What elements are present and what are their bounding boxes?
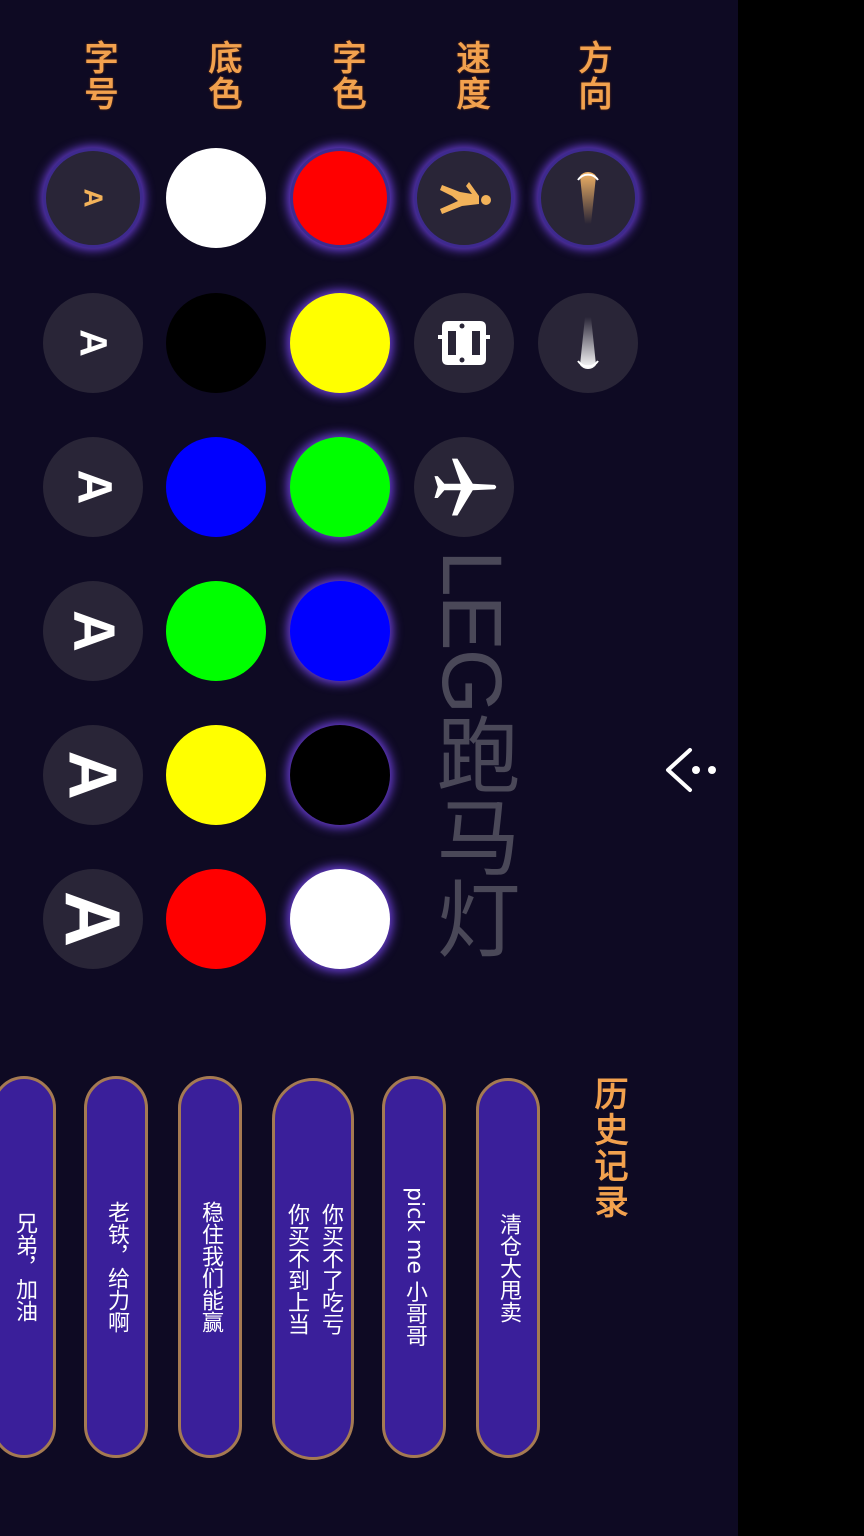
speed-car-button[interactable] xyxy=(414,293,514,393)
airplane-icon xyxy=(434,458,497,516)
more-icon xyxy=(666,748,716,792)
history-item[interactable]: 兄弟，加油 xyxy=(0,1076,56,1458)
bg-color-swatch[interactable] xyxy=(166,869,266,969)
history-title: 历史记录 xyxy=(588,1076,628,1220)
car-icon xyxy=(438,321,490,365)
text-color-swatch[interactable] xyxy=(290,725,390,825)
font-size-button-6[interactable]: A xyxy=(43,869,143,969)
font-size-button-4[interactable]: A xyxy=(43,581,143,681)
bg-color-swatch[interactable] xyxy=(166,293,266,393)
more-options-button[interactable] xyxy=(660,740,720,800)
font-size-glyph: A xyxy=(60,610,126,652)
history-item[interactable]: pick me 小哥哥 xyxy=(382,1076,446,1458)
text-color-swatch[interactable] xyxy=(290,869,390,969)
text-color-swatch[interactable] xyxy=(290,581,390,681)
font-size-glyph: A xyxy=(54,750,131,800)
direction-reverse-button[interactable] xyxy=(538,293,638,393)
history-item[interactable]: 稳住我们能赢 xyxy=(178,1076,242,1458)
text-color-swatch[interactable] xyxy=(290,148,390,248)
history-item-text: 你买不了吃亏 你买不到上当 xyxy=(284,1203,343,1335)
app-screen: 方向 速度 字色 底色 字号 A A A A A A LEG跑马灯 历史记录 清… xyxy=(0,0,738,1536)
history-item-text: pick me 小哥哥 xyxy=(402,1187,427,1347)
text-color-swatch[interactable] xyxy=(290,293,390,393)
history-item-text: 稳住我们能赢 xyxy=(198,1201,223,1333)
font-size-button-3[interactable]: A xyxy=(43,437,143,537)
font-size-glyph: A xyxy=(78,188,108,208)
scroll-forward-icon xyxy=(577,172,599,224)
history-item-text: 清仓大甩卖 xyxy=(496,1213,521,1323)
walking-person-icon xyxy=(440,182,491,214)
label-bg-color: 底色 xyxy=(202,40,242,112)
scroll-reverse-icon xyxy=(577,317,599,369)
app-watermark: LEG跑马灯 xyxy=(425,550,519,959)
label-font-size: 字号 xyxy=(78,40,118,112)
label-speed: 速度 xyxy=(450,40,490,112)
speed-walk-button[interactable] xyxy=(414,148,514,248)
bg-color-swatch[interactable] xyxy=(166,437,266,537)
label-text-color: 字色 xyxy=(326,40,366,112)
font-size-button-5[interactable]: A xyxy=(43,725,143,825)
direction-forward-button[interactable] xyxy=(538,148,638,248)
font-size-glyph: A xyxy=(66,469,120,505)
font-size-button-2[interactable]: A xyxy=(43,293,143,393)
speed-plane-button[interactable] xyxy=(414,437,514,537)
font-size-glyph: A xyxy=(49,890,137,948)
font-size-glyph: A xyxy=(71,329,114,357)
text-color-swatch[interactable] xyxy=(290,437,390,537)
history-item[interactable]: 清仓大甩卖 xyxy=(476,1078,540,1458)
label-direction: 方向 xyxy=(572,40,612,112)
history-item-text: 兄弟，加油 xyxy=(12,1212,37,1322)
history-item[interactable]: 老铁，给力啊 xyxy=(84,1076,148,1458)
bg-color-swatch[interactable] xyxy=(166,725,266,825)
history-item[interactable]: 你买不了吃亏 你买不到上当 xyxy=(272,1078,354,1460)
history-item-text: 老铁，给力啊 xyxy=(104,1201,129,1333)
font-size-button-1[interactable]: A xyxy=(43,148,143,248)
bg-color-swatch[interactable] xyxy=(166,148,266,248)
bg-color-swatch[interactable] xyxy=(166,581,266,681)
